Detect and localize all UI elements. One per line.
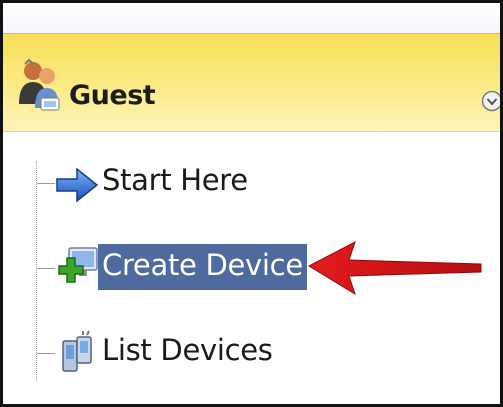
guest-users-icon — [19, 58, 60, 111]
nav-item-label: List Devices — [102, 333, 273, 367]
annotation-arrow-icon — [307, 240, 482, 296]
top-strip — [3, 3, 500, 33]
arrow-right-icon — [56, 167, 99, 203]
tree-connector — [36, 161, 37, 381]
header-title: Guest — [69, 80, 156, 111]
nav-item-label: Create Device — [98, 244, 307, 290]
guest-panel: Guest Start Here Create Device List Devi… — [0, 0, 503, 407]
nav-item-label: Start Here — [102, 163, 248, 197]
add-device-icon — [58, 247, 98, 283]
devices-icon — [62, 330, 92, 372]
chevron-down-circle-icon[interactable] — [481, 90, 503, 112]
panel-header[interactable]: Guest — [3, 33, 500, 132]
